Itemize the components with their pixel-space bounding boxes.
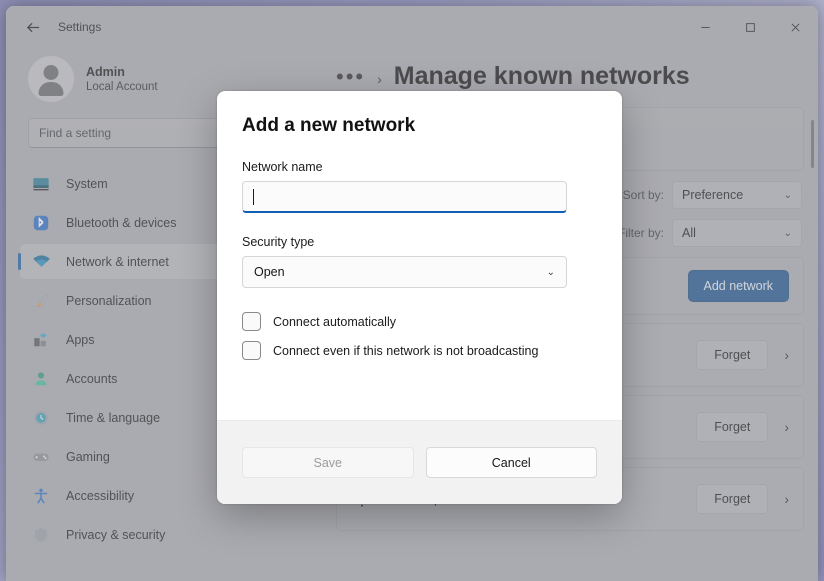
connect-hidden-label: Connect even if this network is not broa… [273,343,539,358]
apps-icon [30,330,52,350]
sort-by-label: Sort by: [622,188,664,202]
settings-window: Settings Admin Local Account Find a sett… [6,6,818,581]
add-network-button[interactable]: Add network [687,270,789,302]
connect-automatically-checkbox[interactable] [242,312,261,331]
forget-button[interactable]: Forget [696,340,769,370]
chevron-right-icon[interactable]: › [784,347,789,363]
add-network-dialog: Add a new network Network name Security … [217,91,622,504]
sidebar-item-label: Accessibility [66,488,135,503]
sort-by-value: Preference [682,188,744,202]
dialog-title: Add a new network [242,115,416,136]
sidebar-item-label: Apps [66,332,95,347]
connect-automatically-row[interactable]: Connect automatically [242,312,597,331]
security-type-value: Open [254,265,285,279]
filter-by-value: All [682,226,696,240]
avatar-head [43,65,59,80]
security-type-dropdown[interactable]: Open ⌄ [242,256,567,288]
paintbrush-icon [30,291,52,311]
filter-by-dropdown[interactable]: All ⌄ [672,219,802,247]
scrollbar-thumb[interactable] [811,120,814,168]
network-name-label: Network name [242,160,323,174]
chevron-right-icon[interactable]: › [784,419,789,435]
breadcrumb-separator-icon: › [377,71,382,87]
avatar-body [38,82,64,96]
vertical-scrollbar[interactable] [811,120,814,350]
back-arrow-icon [26,22,39,32]
chevron-down-icon: ⌄ [546,266,555,278]
forget-button[interactable]: Forget [696,484,769,514]
accessibility-icon [30,486,52,506]
minimize-icon [701,26,710,28]
sidebar-item-label: Bluetooth & devices [66,215,177,230]
connect-hidden-row[interactable]: Connect even if this network is not broa… [242,341,597,360]
breadcrumb: ••• › Manage known networks [322,48,818,91]
clock-globe-icon [30,408,52,428]
network-name-input[interactable] [242,181,567,213]
chevron-down-icon: ⌄ [783,189,792,201]
back-button[interactable] [16,12,50,42]
window-title: Settings [58,20,102,34]
maximize-icon [746,22,755,32]
minimize-button[interactable] [683,6,728,48]
cancel-button[interactable]: Cancel [425,447,597,478]
sidebar-item-label: Accounts [66,371,118,386]
dialog-footer: Save Cancel [217,420,622,504]
bluetooth-icon [30,213,52,233]
security-type-label: Security type [242,235,315,249]
shield-icon [30,525,52,545]
wifi-icon [30,252,52,272]
account-text: Admin Local Account [86,65,158,93]
save-button[interactable]: Save [242,447,414,478]
sort-by-dropdown[interactable]: Preference ⌄ [672,181,802,209]
sidebar-item-label: Personalization [66,293,152,308]
sidebar-item-label: Privacy & security [66,527,166,542]
connect-hidden-checkbox[interactable] [242,341,261,360]
page-title: Manage known networks [393,62,690,90]
connect-automatically-label: Connect automatically [273,314,396,329]
account-name: Admin [86,65,125,79]
sidebar-item-label: Network & internet [66,254,169,269]
monitor-icon [30,174,52,194]
sidebar-item-label: Gaming [66,449,110,464]
maximize-button[interactable] [728,6,773,48]
gamepad-icon [30,447,52,467]
sidebar-item-label: Time & language [66,410,161,425]
close-icon [791,23,800,31]
account-type: Local Account [86,81,158,93]
text-caret [253,188,254,205]
window-controls [683,6,818,48]
window-titlebar: Settings [6,6,818,48]
person-icon [30,369,52,389]
sidebar-item-privacy-security[interactable]: Privacy & security [20,517,308,552]
filter-by-label: Filter by: [617,226,664,240]
sidebar-item-label: System [66,176,108,191]
forget-button[interactable]: Forget [696,412,769,442]
chevron-right-icon[interactable]: › [784,491,789,507]
chevron-down-icon: ⌄ [783,227,792,239]
dialog-body: Add a new network Network name Security … [217,91,622,360]
breadcrumb-overflow-button[interactable]: ••• [336,66,365,88]
close-button[interactable] [773,6,818,48]
avatar [28,56,74,102]
search-placeholder: Find a setting [39,126,112,140]
